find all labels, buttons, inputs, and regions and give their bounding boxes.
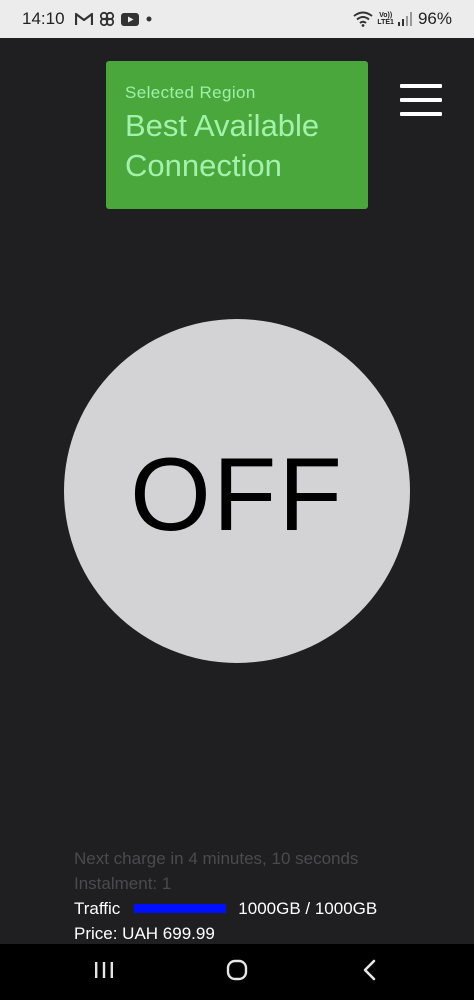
power-toggle-button[interactable]: OFF [64, 319, 410, 663]
status-right: Vo)) LTE1 96% [353, 9, 452, 29]
back-icon [360, 959, 380, 986]
power-state-label: OFF [130, 437, 344, 553]
traffic-value: 1000GB / 1000GB [238, 899, 378, 918]
menu-bar-top [400, 84, 442, 88]
status-time: 14:10 [22, 9, 65, 28]
recents-button[interactable] [89, 958, 119, 986]
volte-indicator: Vo)) LTE1 [377, 12, 394, 26]
traffic-row: Traffic 1000GB / 1000GB [74, 896, 464, 921]
wifi-icon [353, 11, 373, 27]
price-text: Price: UAH 699.99 [74, 924, 215, 943]
region-label: Selected Region [125, 83, 256, 102]
region-value: Best Available Connection [125, 106, 350, 186]
menu-bar-middle [400, 98, 442, 102]
region-selector[interactable]: Selected Region Best Available Connectio… [106, 61, 368, 209]
volte-bottom-label: LTE1 [377, 19, 394, 26]
region-value-line2: Connection [125, 148, 282, 183]
battery-level: 96% [417, 9, 452, 28]
instalment-text: Instalment: 1 [74, 874, 172, 893]
status-bar: 14:10 Vo)) LTE1 96% [0, 0, 474, 38]
app-screen: 14:10 Vo)) LTE1 96% Selected Region Best… [0, 0, 474, 1000]
back-button[interactable] [355, 958, 385, 986]
system-nav-bar [0, 944, 474, 1000]
home-icon [225, 958, 249, 987]
recents-icon [93, 960, 115, 985]
gmail-icon [74, 12, 93, 26]
traffic-label: Traffic [74, 899, 121, 918]
next-charge-text: Next charge in 4 minutes, 10 seconds [74, 849, 359, 868]
menu-button[interactable] [400, 84, 444, 118]
pinwheel-icon [99, 11, 115, 27]
home-button[interactable] [222, 958, 252, 986]
traffic-progress-bar [134, 904, 227, 913]
dot-icon [145, 15, 153, 23]
signal-icon [397, 12, 412, 26]
subscription-info: Next charge in 4 minutes, 10 seconds Ins… [74, 846, 464, 946]
menu-bar-bottom [400, 112, 442, 116]
youtube-icon [120, 12, 139, 26]
volte-top-label: Vo)) [379, 12, 393, 19]
region-value-line1: Best Available [125, 108, 320, 143]
status-left: 14:10 [22, 9, 153, 29]
